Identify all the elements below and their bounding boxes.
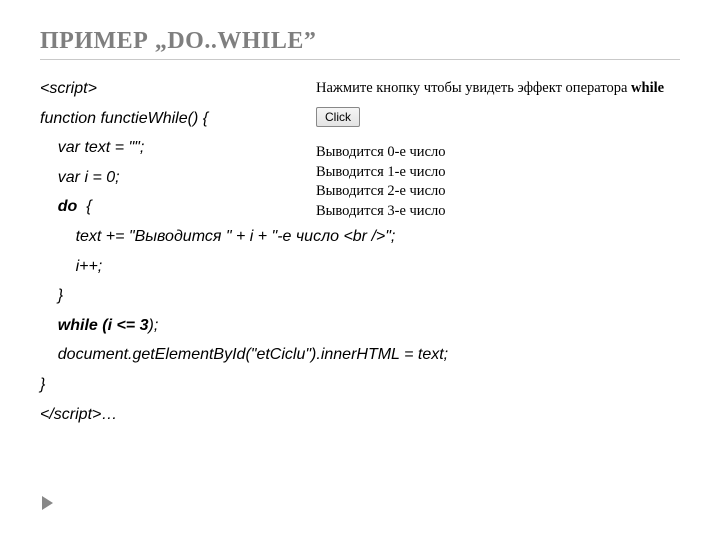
play-icon [42,496,53,510]
demo-caption: Нажмите кнопку чтобы увидеть эффект опер… [316,80,664,97]
code-line: { [77,198,91,215]
demo-output-line: Выводится 0-е число [316,143,664,163]
demo-panel: Нажмите кнопку чтобы увидеть эффект опер… [316,80,664,221]
code-line: } [40,376,45,393]
code-line: text += "Выводится " + i + "-е число <br… [40,228,395,245]
code-line: ); [148,317,158,334]
code-line: <script> [40,80,97,97]
code-line: </script>… [40,406,117,423]
code-keyword-do: do [58,198,78,215]
demo-output-line: Выводится 2-е число [316,182,664,202]
slide-title: ПРИМЕР „DO..WHILE” [40,28,680,60]
demo-output: Выводится 0-е число Выводится 1-е число … [316,143,664,221]
click-button[interactable]: Click [316,107,360,127]
code-keyword-while: while (i <= 3 [58,317,149,334]
code-line [40,198,58,215]
code-line: var i = 0; [40,169,120,186]
demo-caption-text: Нажмите кнопку чтобы увидеть эффект опер… [316,80,631,96]
demo-output-line: Выводится 3-е число [316,202,664,222]
slide: ПРИМЕР „DO..WHILE” <script> function fun… [0,0,720,540]
code-line: document.getElementById("etCiclu").inner… [40,346,448,363]
demo-caption-bold: while [631,80,664,96]
code-line: function functieWhile() { [40,110,208,127]
code-line: var text = ""; [40,139,144,156]
code-line: } [40,287,63,304]
demo-output-line: Выводится 1-е число [316,163,664,183]
code-line: i++; [40,258,102,275]
code-line [40,317,58,334]
